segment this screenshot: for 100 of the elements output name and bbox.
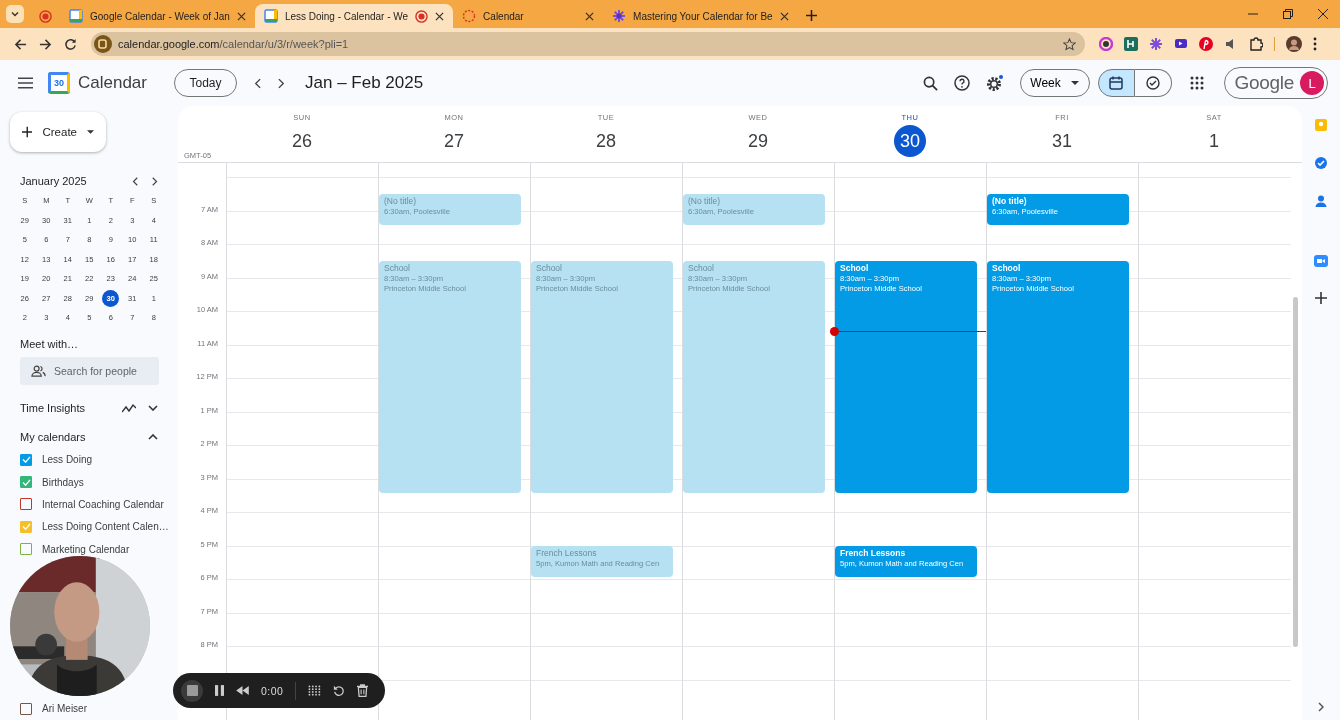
close-icon[interactable] [779,11,789,21]
day-number[interactable]: 1 [1198,125,1230,157]
calendar-name[interactable]: Less Doing Content Calen… [42,521,169,533]
calendar-name[interactable]: Less Doing [42,454,93,466]
day-number[interactable]: 26 [286,125,318,157]
back-icon[interactable] [14,37,27,51]
close-icon[interactable] [585,11,595,21]
previous-icon[interactable] [132,176,138,186]
video-icon[interactable] [1314,254,1328,268]
chevron-up-icon[interactable] [148,433,158,440]
next-icon[interactable] [278,77,285,89]
checkbox[interactable] [20,543,32,556]
grid-icon[interactable] [308,685,322,696]
day-number[interactable]: 27 [438,125,470,157]
view-toggle-button[interactable] [1097,69,1135,97]
day-number[interactable]: 31 [1046,125,1078,157]
caret-icon [87,130,94,134]
create-button[interactable]: Create [10,112,106,152]
pause-icon[interactable] [215,685,224,696]
star-icon[interactable] [1063,37,1076,51]
event-title: School [840,262,870,274]
calendar-icon [69,9,83,23]
event-title: School [688,262,715,274]
previous-icon[interactable] [254,77,261,89]
browser-tab[interactable]: Google Calendar - Week of Jan [60,4,255,28]
people-icon [31,364,46,377]
calendar-icon [1109,76,1124,90]
event-title: (No title) [384,195,418,207]
tab-title: Calendar [483,10,525,22]
new-tab-icon[interactable] [805,10,817,21]
insights-icon[interactable] [122,402,136,413]
event-title: School [384,262,411,274]
browser-tab[interactable]: Calendar [453,4,604,28]
search-icon[interactable] [922,75,938,91]
sparkle-icon[interactable] [1149,37,1163,51]
extension-icon[interactable] [1124,37,1138,51]
event-title: French Lessons [536,547,598,559]
url-text: calendar.google.com/calendar/u/3/r/week?pli=1 [118,38,349,50]
next-icon[interactable] [152,176,158,186]
checkbox[interactable] [20,702,32,715]
calendar-name[interactable]: Birthdays [42,476,84,488]
trash-icon[interactable] [357,684,369,697]
avatar[interactable]: L [1300,71,1324,95]
stop-button[interactable] [181,679,203,702]
scrollbar-thumb[interactable] [1293,297,1298,647]
section-title: My calendars [19,430,86,443]
google-wordmark: Google [1234,72,1294,94]
plus-icon [22,126,33,138]
close-icon[interactable] [1318,9,1328,19]
people-search-field[interactable]: Search for people [20,356,159,385]
calendar-icon [263,9,278,23]
day-number[interactable]: 30 [894,125,926,157]
close-icon[interactable] [236,11,246,21]
tab-search-button[interactable] [6,5,24,23]
calendar-name[interactable]: Ari Meiser [42,703,87,715]
date-range-title: Jan – Feb 2025 [305,73,424,93]
event-title: (No title) [992,195,1028,207]
caret-icon [1070,81,1079,85]
event-title: School [536,262,563,274]
menu-icon[interactable] [18,77,33,89]
calendar-logo: 30 [48,72,70,94]
tasks-icon[interactable] [1314,156,1328,170]
add-icon[interactable] [1315,292,1327,304]
loading-icon [462,9,477,23]
event-title: (No title) [688,195,722,207]
checkbox[interactable] [20,453,32,466]
browser-tab[interactable]: Mastering Your Calendar for Be [603,4,798,28]
rewind-icon[interactable] [236,686,249,695]
address-bar[interactable]: calendar.google.com/calendar/u/3/r/week?pli=1 [91,32,1085,56]
checkbox[interactable] [20,520,32,533]
calendar-name[interactable]: Marketing Calendar [42,543,130,555]
apps-icon[interactable] [1189,76,1204,90]
flower-icon [612,9,627,23]
site-icon [94,35,112,53]
puzzle-icon[interactable] [1249,37,1263,51]
tab-title: Google Calendar - Week of Jan [90,10,230,22]
restore-icon[interactable] [1283,9,1293,19]
event-title: French Lessons [840,547,907,559]
pin-icon[interactable] [1199,37,1213,51]
browser-tab[interactable]: Less Doing - Calendar - We [254,4,454,28]
restart-icon[interactable] [333,684,346,697]
chevron-down-icon[interactable] [148,404,158,411]
extension-icon[interactable] [1099,37,1113,51]
forward-icon[interactable] [39,37,52,51]
section-title: Meet with… [19,337,80,350]
checkbox[interactable] [20,498,32,511]
settings-icon[interactable] [985,74,1004,92]
more-icon[interactable] [1313,37,1317,51]
contacts-icon[interactable] [1314,194,1328,208]
reload-icon[interactable] [64,37,77,51]
avatar-icon[interactable] [1286,36,1302,52]
video-icon[interactable] [1174,37,1188,51]
checkbox[interactable] [20,476,32,489]
help-icon[interactable] [953,75,970,91]
chevron-right-icon[interactable] [1318,702,1324,712]
event-title: School [992,262,1022,274]
close-icon[interactable] [435,11,445,21]
day-number[interactable]: 28 [590,125,622,157]
calendar-name[interactable]: Internal Coaching Calendar [42,498,164,510]
day-number[interactable]: 29 [742,125,774,157]
